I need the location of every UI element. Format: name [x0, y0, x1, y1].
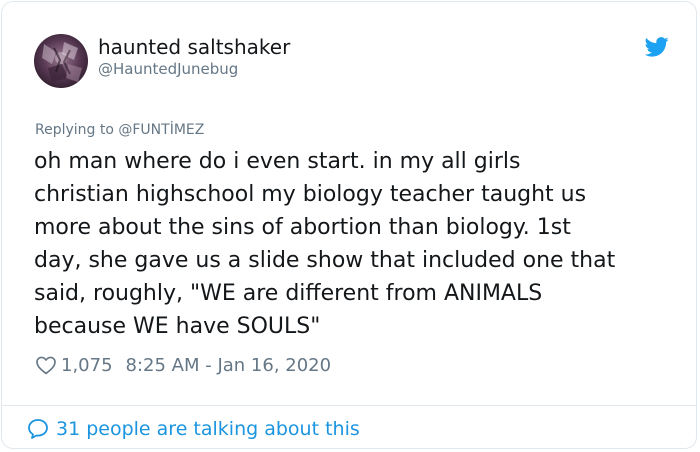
- tweet-meta: 1,075 8:25 AM - Jan 16, 2020: [35, 352, 331, 378]
- speech-bubble-icon: [26, 417, 50, 441]
- user-handle[interactable]: @HauntedJunebug: [98, 60, 238, 78]
- conversation-link[interactable]: 31 people are talking about this: [26, 416, 360, 442]
- heart-outline-icon[interactable]: [35, 354, 57, 376]
- avatar[interactable]: [34, 34, 88, 88]
- tweet-card: haunted saltshaker @HauntedJunebug Reply…: [1, 1, 697, 449]
- like-count[interactable]: 1,075: [61, 355, 113, 376]
- display-name[interactable]: haunted saltshaker: [98, 35, 290, 59]
- divider: [2, 405, 696, 406]
- timestamp[interactable]: 8:25 AM - Jan 16, 2020: [126, 355, 332, 376]
- replying-to-line[interactable]: Replying to @FUNTİMEZ: [35, 122, 204, 138]
- tweet-text: oh man where do i even start. in my all …: [34, 149, 616, 339]
- talking-count-text[interactable]: 31 people are talking about this: [56, 418, 360, 440]
- twitter-bird-icon[interactable]: [644, 37, 669, 57]
